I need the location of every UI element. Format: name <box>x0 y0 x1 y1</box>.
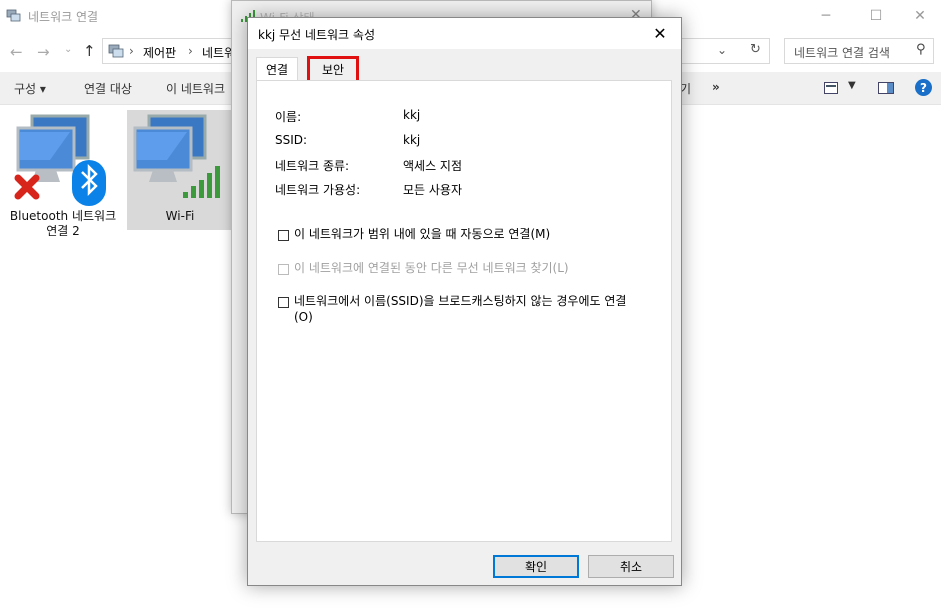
help-icon[interactable]: ? <box>915 79 932 96</box>
organize-menu[interactable]: 구성 ▾ <box>14 80 46 97</box>
close-window-button[interactable]: ✕ <box>897 0 941 32</box>
breadcrumb-separator-icon: › <box>188 44 193 58</box>
bluetooth-tile-label: Bluetooth 네트워크 연결 2 <box>9 209 117 238</box>
wifi-adapter-icon <box>133 114 220 198</box>
network-type-label: 네트워크 종류: <box>275 159 350 173</box>
cancel-button[interactable]: 취소 <box>588 555 674 578</box>
auto-connect-checkbox[interactable] <box>278 230 289 241</box>
search-placeholder: 네트워크 연결 검색 <box>794 46 890 60</box>
tab-connection[interactable]: 연결 <box>256 57 298 81</box>
ok-button[interactable]: 확인 <box>493 555 579 578</box>
find-other-networks-label: 이 네트워크에 연결된 동안 다른 무선 네트워크 찾기(L) <box>294 261 569 275</box>
connection-panel: 이름: kkj SSID: kkj 네트워크 종류: 액세스 지점 네트워크 가… <box>256 80 672 542</box>
refresh-icon[interactable]: ↻ <box>750 42 761 57</box>
network-type-value: 액세스 지점 <box>403 159 463 173</box>
back-arrow-icon[interactable]: ← <box>10 43 23 61</box>
forward-arrow-icon[interactable]: → <box>37 43 50 61</box>
bluetooth-connection-tile[interactable]: Bluetooth 네트워크 연결 2 <box>8 110 118 240</box>
wifi-connection-tile[interactable]: Wi-Fi <box>127 110 233 230</box>
view-dropdown-icon[interactable]: ▼ <box>848 80 856 91</box>
control-panel-icon <box>108 44 124 58</box>
explorer-title: 네트워크 연결 <box>28 10 99 24</box>
change-view-icon[interactable] <box>824 82 838 94</box>
connect-hidden-ssid-label[interactable]: 네트워크에서 이름(SSID)을 브로드캐스팅하지 않는 경우에도 연결(O) <box>294 293 639 325</box>
network-connections-icon <box>6 9 21 22</box>
search-input[interactable]: 네트워크 연결 검색 ⚲ <box>784 38 934 64</box>
wireless-properties-dialog: kkj 무선 네트워크 속성 ✕ 연결 보안 이름: kkj SSID: kkj… <box>247 17 682 586</box>
dialog-title: kkj 무선 네트워크 속성 <box>258 28 375 42</box>
network-availability-value: 모든 사용자 <box>403 183 463 197</box>
dialog-titlebar: kkj 무선 네트워크 속성 ✕ <box>248 18 681 49</box>
preview-pane-icon[interactable] <box>878 82 894 94</box>
dialog-close-icon[interactable]: ✕ <box>639 18 681 49</box>
history-chevron-icon[interactable]: ⌄ <box>64 44 72 55</box>
find-other-networks-checkbox[interactable] <box>278 264 289 275</box>
more-commands-icon[interactable]: » <box>712 80 720 94</box>
bluetooth-adapter-icon <box>14 114 106 206</box>
connect-to-button[interactable]: 연결 대상 <box>84 80 132 97</box>
up-arrow-icon[interactable]: ↑ <box>83 42 96 60</box>
auto-connect-label[interactable]: 이 네트워크가 범위 내에 있을 때 자동으로 연결(M) <box>294 226 550 242</box>
breadcrumb-control-panel[interactable]: 제어판 <box>143 44 176 61</box>
network-availability-label: 네트워크 가용성: <box>275 183 361 197</box>
breadcrumb-separator-icon: › <box>129 44 134 58</box>
address-dropdown-icon[interactable]: ⌄ <box>717 43 727 57</box>
minimize-button[interactable]: ─ <box>803 0 849 32</box>
name-label: 이름: <box>275 110 302 124</box>
name-value: kkj <box>403 108 421 122</box>
wifi-tile-label: Wi-Fi <box>165 209 195 223</box>
connect-hidden-ssid-checkbox[interactable] <box>278 297 289 308</box>
search-icon[interactable]: ⚲ <box>916 42 926 57</box>
maximize-button[interactable]: ☐ <box>853 0 899 32</box>
this-network-button[interactable]: 이 네트워크 <box>166 80 225 97</box>
ssid-value: kkj <box>403 133 421 147</box>
tab-security[interactable]: 보안 <box>307 56 359 83</box>
ssid-label: SSID: <box>275 133 308 147</box>
